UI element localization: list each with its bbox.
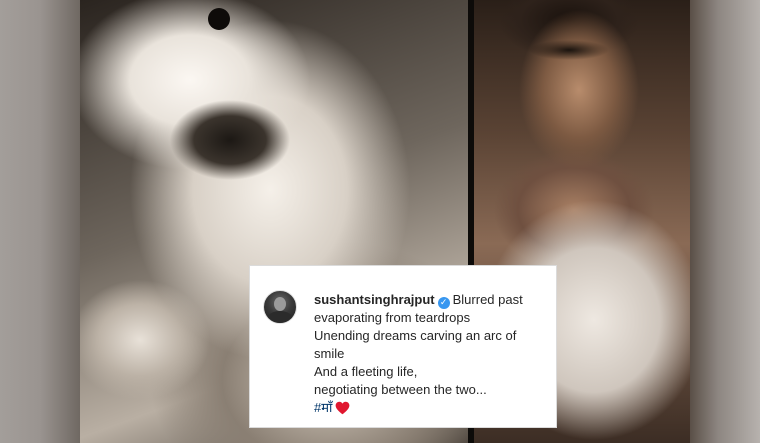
red-heart-icon [335,401,350,420]
caption-text: sushantsinghrajput ✓ Blurred past evaporat… [314,291,550,420]
avatar-shoulders [267,311,293,323]
background-blur-left [0,0,80,443]
caption-line: evaporating from teardrops [314,310,471,325]
hashtag-link[interactable]: #माँ [314,400,332,415]
avatar[interactable] [263,290,297,324]
caption-card: sushantsinghrajput ✓ Blurred past evaporat… [249,265,557,428]
background-blur-right [690,0,760,443]
verified-badge-icon: ✓ [437,297,450,309]
bindi-mark [208,8,230,30]
username-link[interactable]: sushantsinghrajput [314,292,435,307]
caption-line: Unending dreams carving an arc of [314,328,517,343]
caption-line: And a fleeting life, [314,364,418,379]
avatar-face [274,297,286,311]
hashtag-line: #माँ [314,399,550,420]
caption-line: Blurred past [452,292,523,307]
caption-line: smile [314,346,345,361]
caption-line: negotiating between the two... [314,382,487,397]
